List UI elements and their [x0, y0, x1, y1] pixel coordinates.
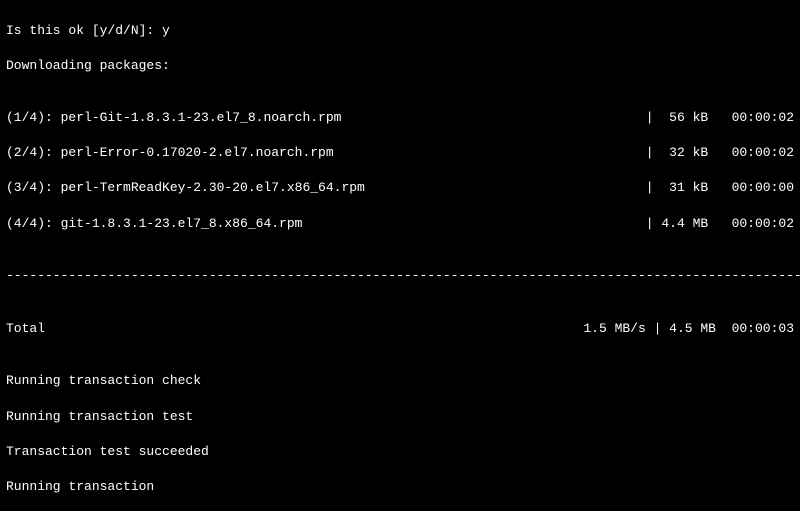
tx-run: Running transaction [6, 478, 794, 496]
divider: ----------------------------------------… [6, 267, 794, 285]
pkg-progress: | 32 kB 00:00:02 [646, 144, 794, 162]
terminal-output: Is this ok [y/d/N]: y Downloading packag… [0, 0, 800, 511]
tx-test: Running transaction test [6, 408, 794, 426]
tx-check: Running transaction check [6, 372, 794, 390]
download-header: Downloading packages: [6, 57, 794, 75]
tx-ok: Transaction test succeeded [6, 443, 794, 461]
pkg-progress: | 31 kB 00:00:00 [646, 179, 794, 197]
confirm-prompt: Is this ok [y/d/N]: y [6, 22, 794, 40]
pkg-progress: | 56 kB 00:00:02 [646, 109, 794, 127]
total-label: Total [6, 320, 45, 338]
download-row: (3/4): perl-TermReadKey-2.30-20.el7.x86_… [6, 179, 794, 197]
download-row: (4/4): git-1.8.3.1-23.el7_8.x86_64.rpm |… [6, 215, 794, 233]
download-row: (1/4): perl-Git-1.8.3.1-23.el7_8.noarch.… [6, 109, 794, 127]
download-row: (2/4): perl-Error-0.17020-2.el7.noarch.r… [6, 144, 794, 162]
pkg-name: (2/4): perl-Error-0.17020-2.el7.noarch.r… [6, 144, 334, 162]
pkg-name: (4/4): git-1.8.3.1-23.el7_8.x86_64.rpm [6, 215, 302, 233]
total-value: 1.5 MB/s | 4.5 MB 00:00:03 [583, 320, 794, 338]
pkg-name: (1/4): perl-Git-1.8.3.1-23.el7_8.noarch.… [6, 109, 341, 127]
pkg-progress: | 4.4 MB 00:00:02 [646, 215, 794, 233]
pkg-name: (3/4): perl-TermReadKey-2.30-20.el7.x86_… [6, 179, 365, 197]
total-row: Total 1.5 MB/s | 4.5 MB 00:00:03 [6, 320, 794, 338]
